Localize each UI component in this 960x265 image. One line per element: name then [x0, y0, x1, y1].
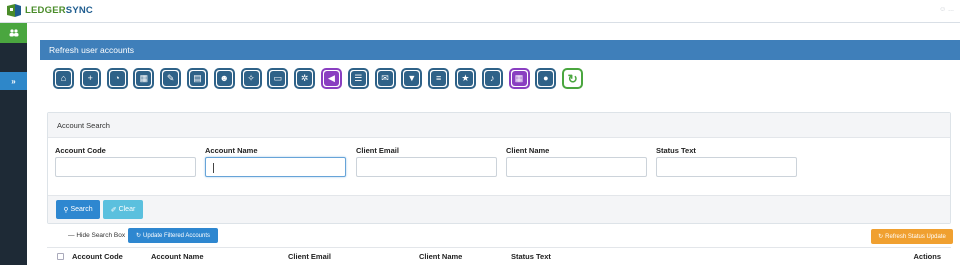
gear-toolbar-button[interactable]: ✲	[294, 68, 316, 89]
database-toolbar-button[interactable]: ☰	[347, 68, 369, 89]
refresh-icon: ↻	[135, 233, 141, 239]
eraser-icon: ✐	[110, 206, 117, 214]
home-toolbar-button[interactable]: ⌂	[53, 68, 74, 89]
envelope-toolbar-button[interactable]: ✉	[374, 68, 396, 89]
megaphone-toolbar-button[interactable]: ◀	[320, 68, 342, 89]
plus-toolbar-button[interactable]: +	[79, 68, 101, 89]
refresh-toolbar-button[interactable]: ↻	[562, 68, 584, 89]
refresh-status-update-button[interactable]: ↻ Refresh Status Update	[871, 229, 953, 244]
status-text-input[interactable]	[656, 157, 797, 177]
search-icon: ⚲	[63, 206, 69, 214]
client-email-input[interactable]	[356, 157, 497, 177]
plus-icon: +	[82, 71, 98, 86]
toolbar: ⌂ + ◔ ▦ ✎ ▤ ☻ ✧ ▭ ✲ ◀ ☰ ✉ ▼ ≡ ★ ♪ ▦ ● ↻	[53, 68, 589, 89]
credit-card-toolbar-button[interactable]: ▭	[267, 68, 289, 89]
sidebar-users-button[interactable]	[0, 23, 27, 43]
table-header-row: Account Code Account Name Client Email C…	[47, 247, 951, 265]
account-code-input[interactable]	[55, 157, 196, 177]
list-icon: ≡	[431, 71, 447, 86]
user-toolbar-button[interactable]: ●	[535, 68, 557, 89]
app-logo-text: LEDGERSYNC	[25, 5, 93, 16]
column-header-actions: Actions	[913, 252, 941, 261]
status-text-label: Status Text	[656, 146, 696, 155]
account-name-label: Account Name	[205, 146, 258, 155]
sidebar: »	[0, 23, 27, 265]
calculator-toolbar-button[interactable]: ▦	[133, 68, 155, 89]
users-icon	[9, 29, 18, 37]
search-button[interactable]: ⚲ Search	[56, 200, 100, 219]
edit-toolbar-button[interactable]: ✎	[160, 68, 182, 89]
pie-chart-toolbar-button[interactable]: ◔	[106, 68, 128, 89]
wrench-icon: ✧	[243, 71, 259, 86]
refresh-status-update-label: Refresh Status Update	[885, 233, 946, 240]
select-all-checkbox[interactable]	[57, 253, 64, 260]
client-email-label: Client Email	[356, 146, 399, 155]
search-box-title: Account Search	[48, 113, 950, 138]
column-header-client-email[interactable]: Client Email	[288, 252, 331, 261]
book-toolbar-button[interactable]: ▤	[186, 68, 208, 89]
clear-button-label: Clear	[118, 206, 136, 213]
sidebar-expand-button[interactable]: »	[0, 72, 27, 90]
search-button-row: ⚲ Search ✐ Clear	[48, 195, 950, 223]
pie-chart-icon: ◔	[109, 71, 125, 86]
column-header-status-text[interactable]: Status Text	[511, 252, 551, 261]
update-filtered-accounts-button[interactable]: ↻ Update Filtered Accounts	[128, 228, 218, 243]
calculator-icon: ▦	[136, 71, 152, 86]
star-toolbar-button[interactable]: ★	[454, 68, 476, 89]
list-toolbar-button[interactable]: ≡	[428, 68, 450, 89]
star-icon: ★	[457, 71, 473, 86]
calendar-icon: ▦	[511, 71, 527, 86]
client-name-input[interactable]	[506, 157, 647, 177]
credit-card-icon: ▭	[270, 71, 286, 86]
app-logo[interactable]: LEDGERSYNC	[6, 3, 93, 18]
account-name-input[interactable]	[205, 157, 346, 177]
refresh-icon: ↻	[565, 71, 581, 86]
wrench-toolbar-button[interactable]: ✧	[240, 68, 262, 89]
account-code-label: Account Code	[55, 146, 106, 155]
double-chevron-right-icon: »	[11, 76, 16, 86]
column-header-client-name[interactable]: Client Name	[419, 252, 462, 261]
update-filtered-accounts-label: Update Filtered Accounts	[142, 232, 211, 239]
bell-toolbar-button[interactable]: ♪	[481, 68, 503, 89]
refresh-icon: ↻	[878, 234, 884, 240]
users-toolbar-button[interactable]: ☻	[213, 68, 235, 89]
column-header-account-code[interactable]: Account Code	[72, 252, 123, 261]
home-icon: ⌂	[56, 71, 71, 86]
client-name-label: Client Name	[506, 146, 550, 155]
user-menu[interactable]: ☺ ...	[939, 6, 954, 13]
book-icon: ▤	[189, 71, 205, 86]
text-caret	[213, 163, 214, 173]
gear-icon: ✲	[297, 71, 313, 86]
envelope-icon: ✉	[377, 71, 393, 86]
megaphone-icon: ◀	[323, 71, 339, 86]
filter-toolbar-button[interactable]: ▼	[401, 68, 423, 89]
ledger-sync-logo-icon	[6, 3, 22, 18]
minus-icon: —	[68, 232, 75, 239]
edit-icon: ✎	[163, 71, 179, 86]
column-header-account-name[interactable]: Account Name	[151, 252, 204, 261]
users-icon: ☻	[216, 71, 232, 86]
hide-search-box-label: Hide Search Box	[76, 232, 126, 239]
search-button-label: Search	[70, 206, 93, 213]
database-icon: ☰	[350, 71, 366, 86]
calendar-toolbar-button[interactable]: ▦	[508, 68, 530, 89]
account-search-box: Account Search Account Code Account Name…	[47, 112, 951, 224]
hide-search-box-link[interactable]: — Hide Search Box	[68, 232, 125, 239]
panel-title: Refresh user accounts	[40, 40, 960, 60]
filter-icon: ▼	[404, 71, 420, 86]
top-bar: LEDGERSYNC ☺ ...	[0, 0, 960, 23]
bell-icon: ♪	[484, 71, 500, 86]
clear-button[interactable]: ✐ Clear	[103, 200, 143, 219]
user-icon: ●	[538, 71, 554, 86]
